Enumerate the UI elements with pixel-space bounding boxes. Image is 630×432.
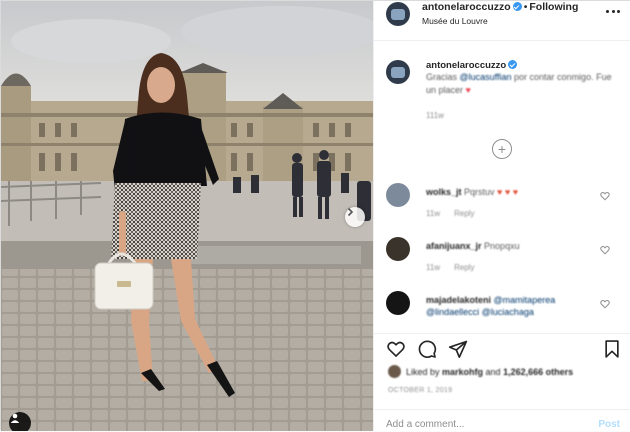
caption-text: Gracias @lucasuffian por contar conmigo.… (426, 71, 616, 97)
post-header: antonelaroccuzzo • Following Musée du Louv… (374, 1, 630, 41)
comment-meta: 11w Reply (426, 209, 489, 218)
caption-author-username[interactable]: antonelaroccuzzo (426, 60, 506, 71)
comment-username[interactable]: majadelakoteni (426, 295, 491, 305)
comment-avatar[interactable] (386, 183, 410, 207)
comment-emoji: ♥ ♥ ♥ (497, 187, 519, 197)
comment-text: wolks_jt Pqrstuv ♥ ♥ ♥ (426, 186, 596, 198)
comment-time[interactable]: 11w (426, 263, 440, 272)
comment-like-heart-icon[interactable] (600, 299, 610, 309)
author-username[interactable]: antonelaroccuzzo (422, 1, 511, 13)
user-tag-icon (10, 413, 20, 423)
post-side-panel: antonelaroccuzzo • Following Musée du Louv… (373, 1, 630, 432)
comment-like-heart-icon[interactable] (600, 245, 610, 255)
author-line: antonelaroccuzzo • Following (422, 1, 578, 13)
comment-bubble-icon[interactable] (417, 339, 437, 359)
comment-text: afanijuanx_jr Pnopqxu (426, 240, 596, 252)
comment-avatar[interactable] (386, 291, 410, 315)
caption-author-avatar[interactable] (386, 60, 410, 84)
liker-username[interactable]: markohfg (442, 367, 483, 377)
post-dialog: antonelaroccuzzo • Following Musée du Louv… (0, 0, 630, 432)
add-comment-bar: Post (374, 409, 630, 432)
post-actions-bar (374, 333, 630, 363)
verified-badge-icon (512, 2, 522, 11)
caption-mention-link[interactable]: @lucasuffian (460, 72, 512, 82)
more-options-icon[interactable] (606, 7, 620, 15)
comment-item: afanijuanx_jr Pnopqxu 11w Reply (374, 237, 630, 277)
verified-badge-icon (508, 60, 518, 69)
post-location[interactable]: Musée du Louvre (422, 16, 488, 26)
chevron-right-icon (347, 207, 354, 217)
likes-summary[interactable]: Liked by markohfg and 1,262,666 others (388, 365, 624, 378)
header-separator: • (523, 1, 528, 13)
like-heart-icon[interactable] (386, 339, 406, 359)
louvre-photo-illustration (1, 1, 373, 431)
comment-item: majadelakoteni @mamitaperea @lindaellecc… (374, 291, 630, 326)
load-more-comments-button[interactable]: + (492, 139, 512, 159)
likes-middle: and (483, 367, 504, 377)
post-photo[interactable] (1, 1, 373, 431)
comment-meta: 11w Reply (426, 263, 489, 272)
likes-count[interactable]: 1,262,666 others (503, 367, 573, 377)
comments-section[interactable]: antonelaroccuzzo Gracias @lucasuffian po… (374, 41, 630, 326)
comment-like-heart-icon[interactable] (600, 191, 610, 201)
comment-username[interactable]: afanijuanx_jr (426, 241, 482, 251)
comment-item: wolks_jt Pqrstuv ♥ ♥ ♥ 11w Reply (374, 183, 630, 223)
caption-timestamp[interactable]: 111w (426, 111, 444, 120)
comment-username[interactable]: wolks_jt (426, 187, 462, 197)
caption-author-line: antonelaroccuzzo (426, 60, 518, 71)
heart-emoji: ♥ (465, 85, 471, 95)
comment-body: Pnopqxu (484, 241, 520, 251)
caption-text-before: Gracias (426, 72, 460, 82)
next-photo-button[interactable] (345, 207, 365, 227)
comment-avatar[interactable] (386, 237, 410, 261)
comment-body: Pqrstuv (464, 187, 498, 197)
author-avatar[interactable] (386, 2, 410, 26)
comment-text: majadelakoteni @mamitaperea @lindaellecc… (426, 294, 596, 318)
following-button[interactable]: Following (529, 1, 578, 13)
comment-reply-button[interactable]: Reply (454, 263, 474, 272)
post-date[interactable]: OCTOBER 1, 2019 (388, 387, 452, 394)
likes-prefix: Liked by (406, 367, 443, 377)
tagged-user-button[interactable] (9, 412, 31, 431)
comment-reply-button[interactable]: Reply (454, 209, 474, 218)
comment-time[interactable]: 11w (426, 209, 440, 218)
share-send-icon[interactable] (448, 339, 468, 359)
save-bookmark-icon[interactable] (602, 339, 622, 359)
post-comment-button[interactable]: Post (598, 419, 620, 430)
liker-avatar (388, 365, 401, 378)
